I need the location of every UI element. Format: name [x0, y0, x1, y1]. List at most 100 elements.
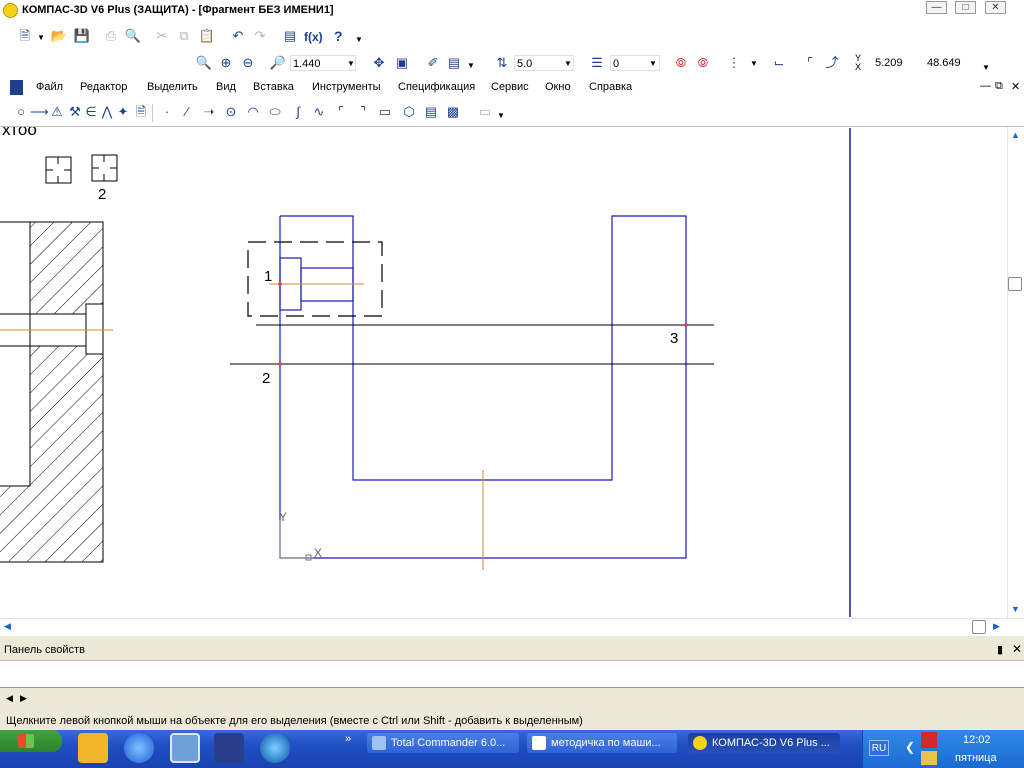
doc-minimize-button[interactable]: — [980, 80, 991, 92]
quicklaunch-browser-icon[interactable] [260, 733, 290, 763]
geometry-panel-icon[interactable]: ○ [12, 103, 30, 121]
ellipse-icon[interactable]: ⬭ [266, 103, 284, 121]
print-icon[interactable]: ⎙ [102, 27, 120, 45]
clock-time[interactable]: 12:02 [963, 734, 991, 746]
step-icon[interactable]: ⇅ [493, 54, 511, 72]
spline-icon[interactable]: ∫ [289, 103, 307, 121]
point-2 [278, 362, 282, 366]
aux-line-icon[interactable]: ∕ [178, 103, 196, 121]
task-total-commander[interactable]: Total Commander 6.0... [367, 733, 519, 753]
menu-select[interactable]: Выделить [147, 81, 198, 93]
scroll-down-arrow[interactable]: ▼ [1011, 604, 1020, 614]
trace-icon[interactable]: ⤴ [823, 54, 841, 72]
segment-icon[interactable]: ➝ [200, 103, 218, 121]
open-folder-icon[interactable]: 📂 [50, 27, 68, 45]
task-word-document[interactable]: методичка по маши... [527, 733, 677, 753]
redo-icon[interactable]: ↷ [251, 27, 269, 45]
new-document-icon[interactable]: 🗎 [16, 27, 34, 45]
point-icon[interactable]: · [158, 103, 176, 121]
cursor-x-field[interactable]: 5.209 [873, 55, 925, 71]
close-button[interactable]: ✕ [985, 1, 1006, 14]
zoom-out-icon[interactable]: ⊖ [239, 54, 257, 72]
tray-expand-icon[interactable]: ❮ [905, 740, 915, 754]
scroll-left-arrow[interactable]: ◀ [4, 621, 11, 632]
vertical-scrollbar[interactable]: ▲ ▼ [1007, 127, 1024, 618]
document-icon [10, 80, 23, 95]
zoom-window-icon[interactable]: 🔍 [195, 54, 213, 72]
menu-help[interactable]: Справка [589, 81, 632, 93]
language-indicator[interactable]: RU [869, 740, 889, 756]
local-cs-icon[interactable]: ⌙ [770, 54, 788, 72]
menu-tools[interactable]: Инструменты [312, 81, 381, 93]
fillet-icon[interactable]: ⌝ [354, 103, 372, 121]
vertical-scroll-thumb[interactable] [1008, 277, 1022, 291]
show-all-icon[interactable]: ▣ [393, 54, 411, 72]
maximize-button[interactable]: □ [955, 1, 976, 14]
cut-icon[interactable]: ✂ [153, 27, 171, 45]
menu-specification[interactable]: Спецификация [398, 81, 475, 93]
undo-icon[interactable]: ↶ [229, 27, 247, 45]
refresh-icon[interactable]: ✐ [424, 54, 442, 72]
menu-editor[interactable]: Редактор [80, 81, 127, 93]
quicklaunch-ie-icon[interactable] [124, 733, 154, 763]
doc-close-button[interactable]: ✕ [1011, 80, 1020, 93]
local-snap-icon[interactable]: ⦾ [694, 54, 712, 72]
circle-icon[interactable]: ⊙ [222, 103, 240, 121]
help-button[interactable]: ? [334, 28, 343, 44]
display-mode-icon[interactable]: ▤ [445, 54, 463, 72]
manager-icon[interactable]: ▤ [281, 27, 299, 45]
save-icon[interactable]: 💾 [73, 27, 91, 45]
menu-window[interactable]: Окно [545, 81, 571, 93]
panel-next-arrow[interactable]: ▶ [20, 693, 27, 704]
pin-icon[interactable]: ▮ [997, 643, 1003, 656]
print-preview-icon[interactable]: 🔍 [124, 27, 142, 45]
zoom-in-icon[interactable]: ⊕ [217, 54, 235, 72]
menu-file[interactable]: Файл [36, 81, 63, 93]
symbols-panel-icon[interactable]: ⚠ [48, 103, 66, 121]
hatch-icon[interactable]: ▤ [422, 103, 440, 121]
menu-service[interactable]: Сервис [491, 81, 529, 93]
drawing-canvas[interactable]: хтоо 2 1 2 3 Y X [0, 127, 1007, 618]
rectangle-icon[interactable]: ▭ [376, 103, 394, 121]
panel-prev-arrow[interactable]: ◀ [6, 693, 13, 704]
horizontal-scroll-thumb[interactable] [972, 620, 986, 634]
contour-icon[interactable]: ▩ [444, 103, 462, 121]
grid-icon[interactable]: ⋮ [725, 54, 743, 72]
chamfer-icon[interactable]: ⌜ [332, 103, 350, 121]
layer-icon[interactable]: ☰ [588, 54, 606, 72]
spec-panel-icon[interactable]: 🗎 [132, 103, 150, 121]
selection-icon[interactable]: ✦ [114, 103, 132, 121]
task-kompas[interactable]: КОМПАС-3D V6 Plus ... [688, 733, 840, 753]
scroll-up-arrow[interactable]: ▲ [1011, 130, 1020, 140]
ortho-icon[interactable]: ⌜ [801, 54, 819, 72]
menu-view[interactable]: Вид [216, 81, 236, 93]
paste-icon[interactable]: 📋 [198, 27, 216, 45]
arc-icon[interactable]: ◠ [244, 103, 262, 121]
start-button[interactable] [0, 730, 62, 752]
minimize-button[interactable]: — [926, 1, 947, 14]
panel-close-icon[interactable]: ✕ [1012, 642, 1022, 656]
antivirus-icon[interactable] [921, 732, 937, 748]
cursor-y-field[interactable]: 48.649 [925, 55, 977, 71]
horizontal-scrollbar[interactable]: ◀ ▶ [0, 618, 1024, 636]
doc-restore-button[interactable]: ⧉ [995, 80, 1003, 93]
snap-icon[interactable]: ⦾ [672, 54, 690, 72]
menu-insert[interactable]: Вставка [253, 81, 294, 93]
variables-button[interactable]: f(x) [304, 30, 323, 44]
polygon-icon[interactable]: ⬡ [400, 103, 418, 121]
tray-app-icon[interactable] [921, 751, 937, 765]
pan-icon[interactable]: ✥ [370, 54, 388, 72]
dimensions-panel-icon[interactable]: ⟶ [30, 103, 49, 121]
quicklaunch-floppy-icon[interactable] [214, 733, 244, 763]
bezier-icon[interactable]: ∿ [310, 103, 328, 121]
scroll-right-arrow[interactable]: ▶ [993, 621, 1000, 632]
zoom-scale-icon[interactable]: 🔎 [269, 54, 287, 72]
point-1 [278, 282, 282, 286]
task-label: КОМПАС-3D V6 Plus ... [712, 737, 830, 749]
app-icon [3, 3, 18, 18]
copy-icon[interactable]: ⧉ [175, 27, 193, 45]
taskbar-more-arrow[interactable]: » [345, 733, 351, 745]
quicklaunch-desktop-icon[interactable] [170, 733, 200, 763]
quicklaunch-winamp-icon[interactable] [78, 733, 108, 763]
macro-icon[interactable]: ▭ [476, 103, 494, 121]
